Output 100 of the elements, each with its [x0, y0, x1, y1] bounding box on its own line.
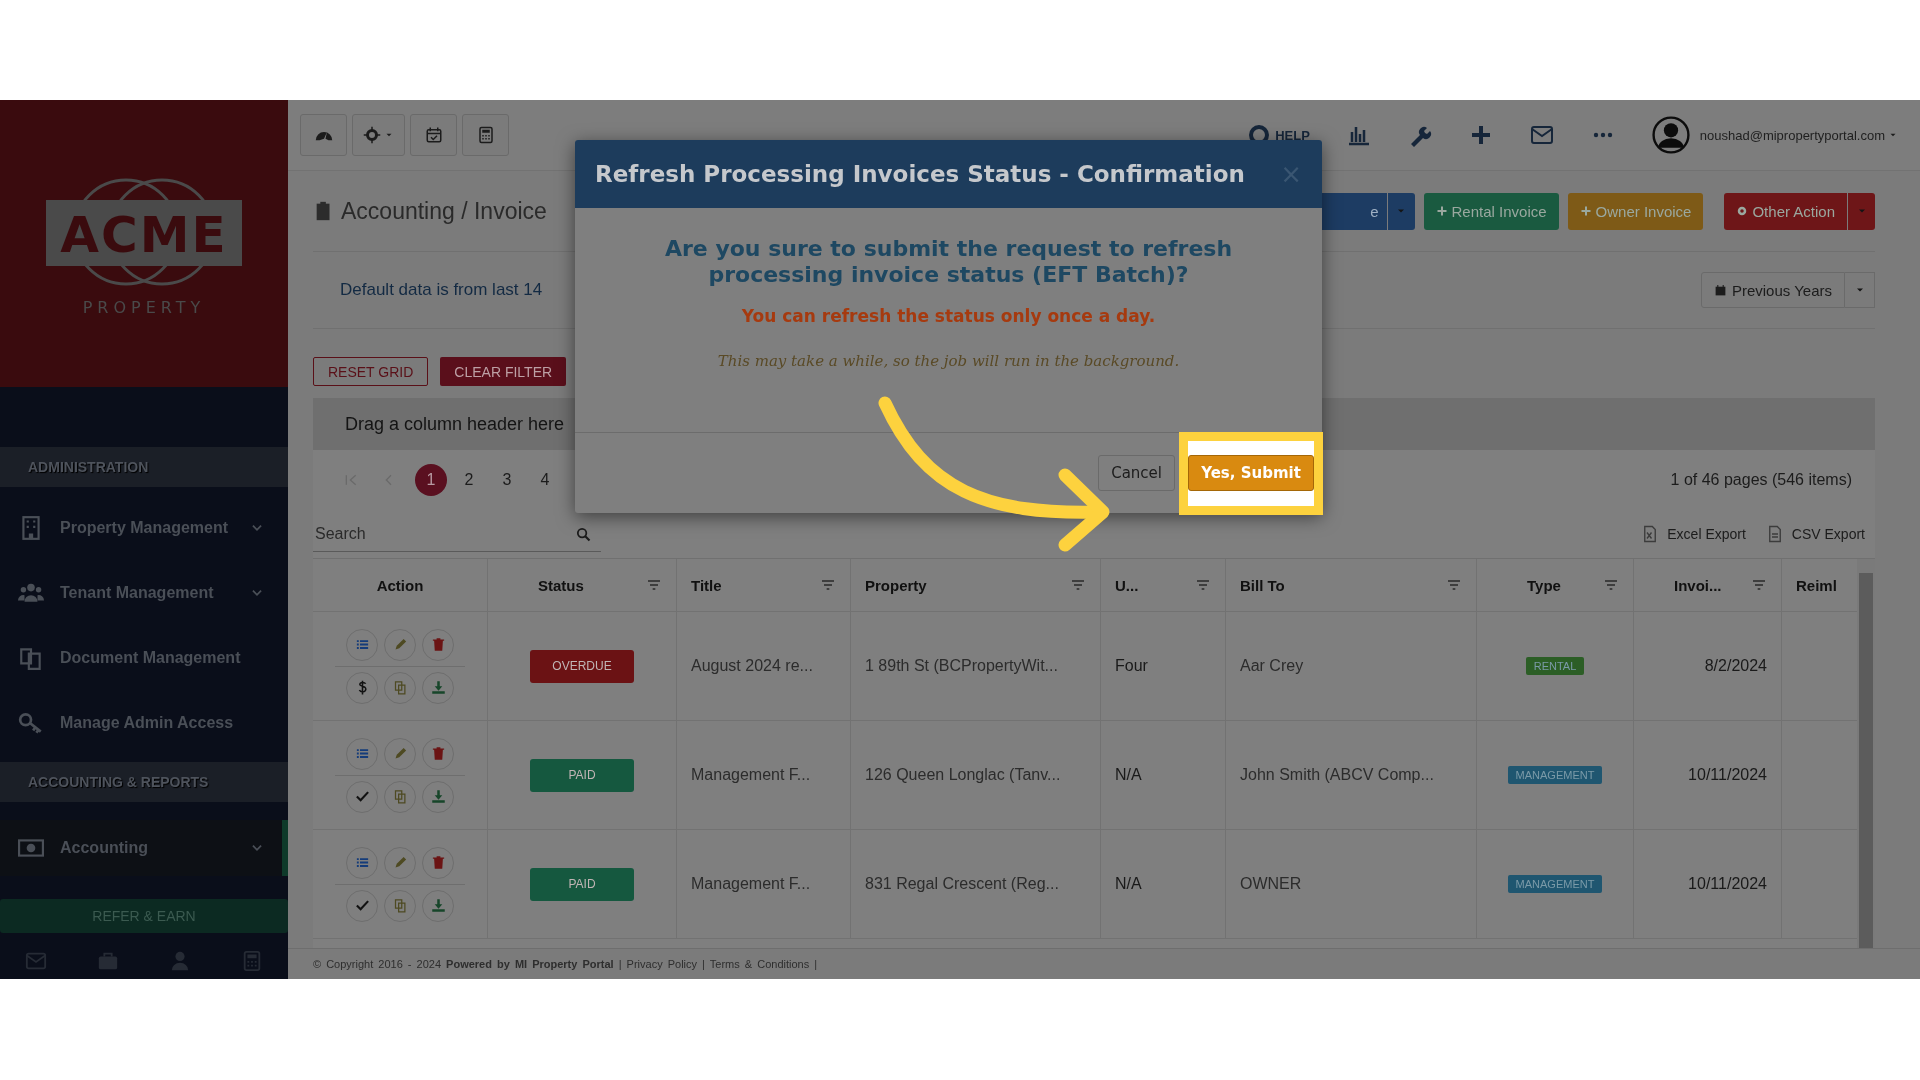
row-action-button[interactable] [384, 628, 416, 661]
calculator-icon [476, 126, 495, 144]
row-action-button[interactable] [346, 889, 378, 922]
scroll-thumb[interactable] [1859, 573, 1873, 948]
filter-icon[interactable] [1446, 577, 1462, 593]
download-icon [430, 898, 446, 913]
page-button[interactable]: 2 [453, 464, 485, 496]
row-action-button[interactable] [384, 671, 416, 704]
filter-icon[interactable] [1070, 577, 1086, 593]
modal-title: Refresh Processing Invoices Status - Confirmation [595, 161, 1245, 187]
list-icon [354, 637, 370, 652]
avatar-icon[interactable] [1651, 116, 1690, 154]
dropdown-button[interactable] [1848, 192, 1875, 230]
note-text: This may take a while, so the job will run in the background. [716, 352, 1181, 370]
toolbar-button[interactable] [300, 114, 347, 156]
delete-icon [430, 746, 446, 761]
table-cell: 1 89th St (BCPropertyWit... [865, 657, 1058, 675]
toolbar-button[interactable] [352, 114, 405, 156]
mail-icon[interactable] [1529, 123, 1554, 147]
grid-button[interactable]: CLEAR FILTER [440, 357, 567, 386]
table-cell: 10/11/2024 [1688, 766, 1767, 784]
row-action-button[interactable] [346, 846, 378, 879]
toolbar-button[interactable] [462, 114, 509, 156]
page-button[interactable]: 4 [529, 464, 561, 496]
submit-button[interactable]: Yes, Submit [1188, 455, 1314, 491]
action-button[interactable]: Other Action [1724, 192, 1847, 230]
row-action-button[interactable] [422, 737, 454, 770]
list-icon [354, 746, 370, 761]
scrollbar[interactable] [1857, 559, 1875, 948]
row-action-button[interactable] [422, 780, 454, 813]
column-header[interactable]: Title [677, 559, 851, 611]
column-header-label: Bill To [1240, 576, 1285, 594]
table-cell: 8/2/2024 [1704, 657, 1767, 675]
row-action-button[interactable] [422, 846, 454, 879]
filter-icon[interactable] [1195, 577, 1211, 593]
page-button[interactable]: 3 [491, 464, 523, 496]
column-header[interactable]: Reiml [1782, 559, 1855, 611]
type-tag: MANAGEMENT [1507, 766, 1603, 784]
sidebar-item[interactable]: Property Management [0, 495, 288, 560]
column-header-label: Property [865, 576, 927, 594]
copy-icon [392, 680, 408, 695]
warning-text: You can refresh the status only once a day. [740, 306, 1157, 326]
logo-wordmark: ACME [59, 207, 229, 263]
column-header[interactable]: Property [851, 559, 1101, 611]
export-button[interactable]: Excel Export [1641, 525, 1746, 543]
grid-button[interactable]: RESET GRID [313, 357, 429, 386]
period-button[interactable]: Previous Years [1700, 272, 1845, 308]
settings-icon [1736, 205, 1749, 217]
row-action-button[interactable] [384, 780, 416, 813]
help-link[interactable]: HELP [1275, 127, 1310, 143]
sidebar-item[interactable]: Manage Admin Access [0, 690, 288, 755]
settings-icon [363, 126, 381, 144]
filter-icon[interactable] [646, 577, 662, 593]
status-badge: PAID [530, 758, 634, 792]
sidebar-item[interactable]: Tenant Management [0, 560, 288, 625]
row-action-button[interactable] [346, 628, 378, 661]
sidebar-item-label: Tenant Management [60, 583, 215, 602]
row-action-button[interactable] [422, 889, 454, 922]
cancel-button[interactable]: Cancel [1098, 455, 1175, 491]
table-cell: August 2024 re... [691, 657, 813, 675]
toolbar-button[interactable] [410, 114, 457, 156]
list-icon [354, 855, 370, 870]
row-action-button[interactable] [422, 671, 454, 704]
sidebar-item[interactable]: Accounting [0, 820, 288, 876]
page-button[interactable]: 1 [415, 464, 447, 496]
table-cell: Four [1115, 657, 1148, 675]
confirmation-question: Are you sure to submit the request to refresh processing invoice status (EFT Batch)? [663, 236, 1234, 288]
filter-icon[interactable] [1751, 577, 1767, 593]
row-action-button[interactable] [384, 737, 416, 770]
row-action-button[interactable] [422, 628, 454, 661]
action-button[interactable]: Owner Invoice [1567, 192, 1704, 230]
row-action-button[interactable] [384, 846, 416, 879]
column-header[interactable]: Action [313, 559, 488, 611]
filter-icon[interactable] [1603, 577, 1619, 593]
column-header[interactable]: U... [1101, 559, 1226, 611]
column-header[interactable]: Invoi... [1634, 559, 1782, 611]
plus-icon [1579, 205, 1592, 217]
sidebar-item-label: Accounting [60, 839, 149, 857]
pager-summary: 1 of 46 pages (546 items) [1670, 471, 1852, 489]
sidebar-item-label: Document Management [60, 648, 242, 667]
dropdown-button[interactable] [1387, 192, 1415, 230]
page-title: Accounting / Invoice [341, 197, 547, 225]
column-header[interactable]: Bill To [1226, 559, 1477, 611]
group-hint: Drag a column header here [345, 413, 565, 435]
status-badge: OVERDUE [530, 649, 634, 683]
row-action-button[interactable] [384, 889, 416, 922]
row-action-button[interactable] [346, 780, 378, 813]
export-button[interactable]: CSV Export [1765, 525, 1865, 543]
type-tag: MANAGEMENT [1507, 875, 1603, 893]
column-header[interactable]: Type [1477, 559, 1634, 611]
search-field[interactable]: Search [313, 516, 601, 552]
filter-icon[interactable] [820, 577, 836, 593]
action-button[interactable]: Rental Invoice [1423, 192, 1559, 230]
download-icon [430, 789, 446, 804]
calendar-icon [424, 126, 443, 144]
row-action-button[interactable] [346, 671, 378, 704]
search-icon [575, 525, 592, 543]
sidebar-item[interactable]: Document Management [0, 625, 288, 690]
row-action-button[interactable] [346, 737, 378, 770]
column-header[interactable]: Status [488, 559, 677, 611]
